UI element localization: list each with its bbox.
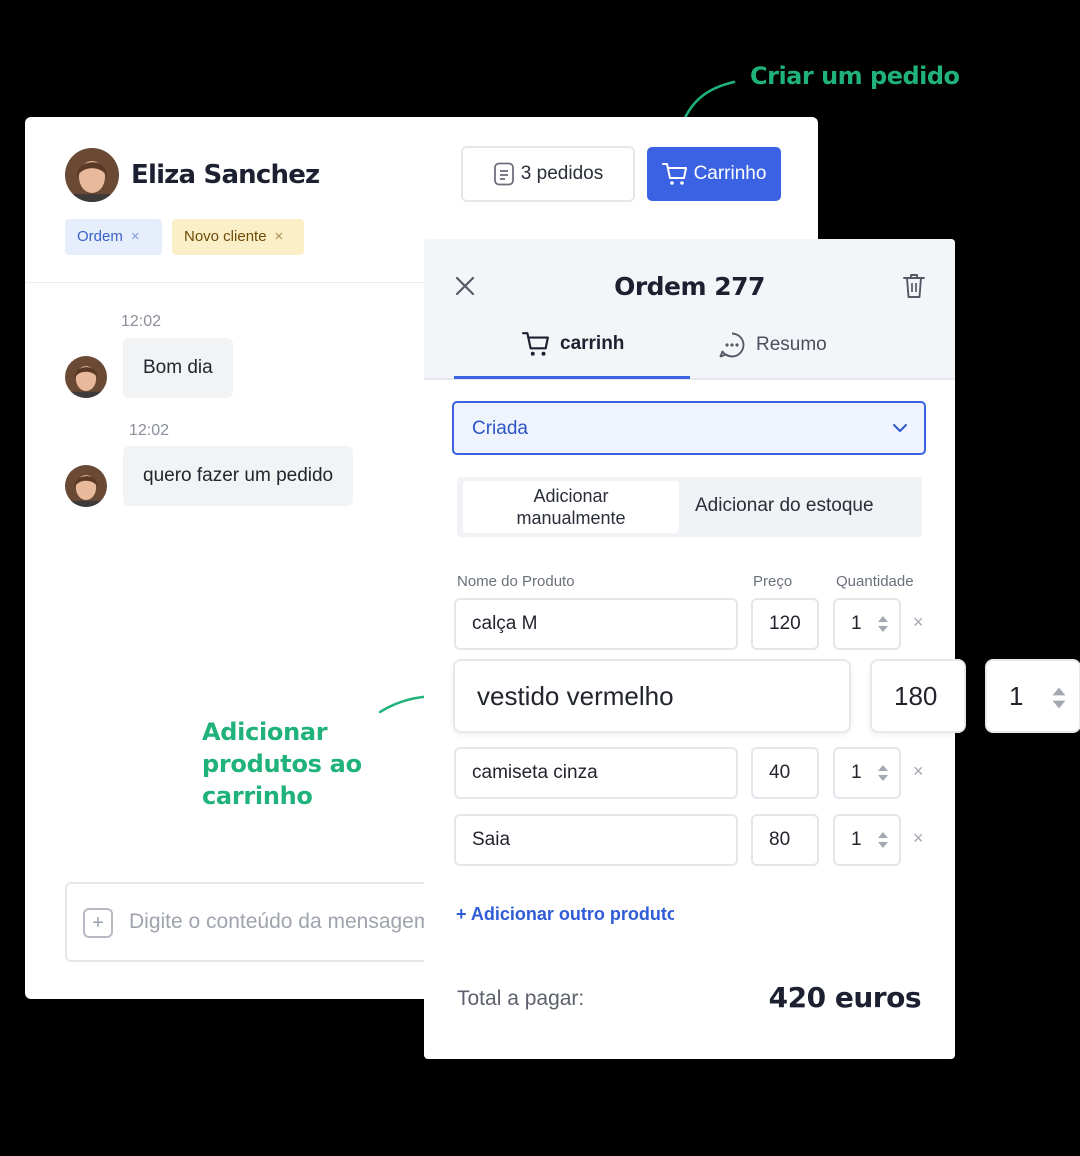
total-value: 420 euros — [768, 981, 922, 1014]
add-another-product-link[interactable]: + Adicionar outro produto — [456, 904, 674, 925]
message-time: 12:02 — [121, 313, 162, 330]
option-label-line: manualmente — [516, 508, 626, 528]
column-header-name: Nome do Produto — [457, 573, 575, 590]
stepper-arrows-icon[interactable] — [877, 614, 889, 634]
trash-icon[interactable] — [902, 272, 926, 300]
column-header-qty: Quantidade — [836, 573, 914, 590]
cart-button[interactable]: Carrinho — [647, 147, 781, 201]
cart-button-label: Carrinho — [693, 163, 767, 184]
order-title: Ordem 277 — [614, 272, 765, 301]
product-price-input[interactable]: 180 — [870, 659, 966, 733]
chat-bubble-icon — [719, 332, 745, 358]
tag-label: Novo cliente — [184, 228, 267, 245]
annotation-line: produtos ao — [202, 750, 362, 778]
stepper-arrows-icon[interactable] — [877, 763, 889, 783]
remove-tag-icon[interactable]: × — [131, 228, 140, 245]
product-price-input[interactable]: 120 — [751, 598, 819, 650]
annotation-line: carrinho — [202, 782, 313, 810]
status-select[interactable]: Criada — [452, 401, 926, 455]
tab-label: Resumo — [756, 334, 827, 355]
tab-cart[interactable]: carrinh — [522, 331, 624, 357]
option-label-line: Adicionar — [533, 486, 609, 506]
product-price-input[interactable]: 40 — [751, 747, 819, 799]
message-avatar — [65, 356, 107, 398]
tab-label: carrinh — [560, 333, 625, 354]
quantity-stepper[interactable]: 1 — [833, 814, 901, 866]
customer-name: Eliza Sanchez — [131, 160, 320, 190]
orders-button[interactable]: 3 pedidos — [461, 146, 635, 202]
quantity-value: 1 — [851, 762, 862, 783]
add-from-stock-option[interactable]: Adicionar do estoque — [695, 495, 874, 517]
active-tab-indicator — [454, 376, 690, 379]
product-price-input[interactable]: 80 — [751, 814, 819, 866]
customer-avatar — [65, 148, 119, 202]
chevron-down-icon — [893, 424, 907, 432]
tag-ordem: Ordem × — [65, 219, 162, 255]
order-panel-header: Ordem 277 carrinh Resumo — [424, 239, 955, 380]
remove-item-icon[interactable]: × — [913, 761, 924, 782]
composer-placeholder: Digite o conteúdo da mensagem — [129, 910, 432, 933]
remove-tag-icon[interactable]: × — [275, 228, 284, 245]
remove-item-icon[interactable]: × — [913, 828, 924, 849]
message-bubble: quero fazer um pedido — [123, 446, 354, 506]
stepper-arrows-icon[interactable] — [1051, 685, 1067, 711]
quantity-value: 1 — [1009, 681, 1024, 711]
orders-button-label: 3 pedidos — [520, 163, 604, 184]
message-time: 12:02 — [129, 422, 170, 439]
tab-resumo[interactable]: Resumo — [718, 331, 827, 359]
tag-label: Ordem — [77, 228, 123, 245]
product-name-input[interactable]: calça M — [454, 598, 738, 650]
message-bubble: Bom dia — [123, 338, 233, 398]
quantity-value: 1 — [851, 829, 862, 850]
quantity-value: 1 — [851, 613, 862, 634]
add-mode-toggle: Adicionar manualmente Adicionar do estoq… — [457, 477, 922, 537]
annotation-create-order: Criar um pedido — [750, 62, 960, 90]
annotation-add-products: Adicionar produtos ao carrinho — [202, 716, 412, 812]
product-name-input[interactable]: camiseta cinza — [454, 747, 738, 799]
annotation-line: Adicionar — [202, 718, 328, 746]
column-header-price: Preço — [753, 573, 793, 590]
cart-icon — [661, 163, 687, 185]
product-name-input[interactable]: Saia — [454, 814, 738, 866]
message-composer[interactable]: + Digite o conteúdo da mensagem — [65, 882, 485, 962]
tag-novo-cliente: Novo cliente × — [172, 219, 304, 255]
product-name-input[interactable]: vestido vermelho — [453, 659, 851, 733]
quantity-stepper[interactable]: 1 — [985, 659, 1080, 733]
message-avatar — [65, 465, 107, 507]
stepper-arrows-icon[interactable] — [877, 830, 889, 850]
quantity-stepper[interactable]: 1 — [833, 747, 901, 799]
add-manually-option[interactable]: Adicionar manualmente — [463, 481, 679, 533]
total-label: Total a pagar: — [457, 987, 585, 1010]
remove-item-icon[interactable]: × — [913, 612, 924, 633]
attach-plus-icon[interactable]: + — [83, 908, 113, 938]
order-panel: Ordem 277 carrinh Resumo Criada Adiciona… — [424, 239, 1080, 1059]
quantity-stepper[interactable]: 1 — [833, 598, 901, 650]
cart-icon — [522, 332, 549, 356]
document-icon — [493, 162, 514, 186]
status-value: Criada — [472, 418, 528, 439]
